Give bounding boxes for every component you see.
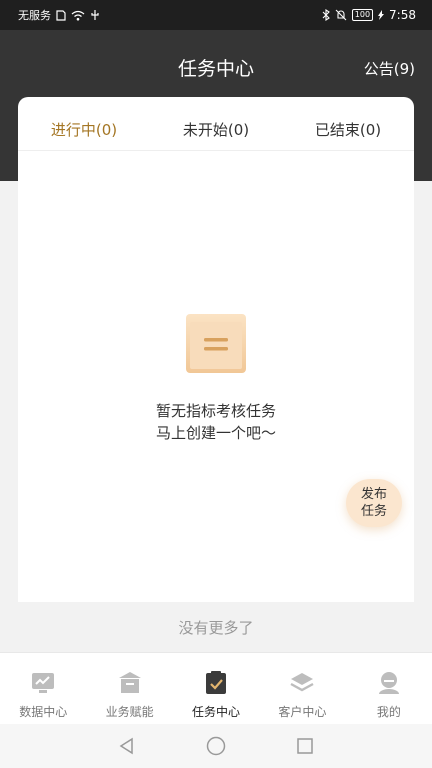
- tabbar-label: 业务赋能: [105, 705, 154, 719]
- charging-icon: [378, 10, 385, 20]
- tabbar-label: 数据中心: [19, 705, 68, 719]
- empty-message: 暂无指标考核任务: [155, 402, 276, 420]
- publish-task-label-1: 发布: [360, 487, 387, 502]
- profile-icon: [378, 672, 399, 694]
- bottom-tabbar: 数据中心 业务赋能 任务中心 客户中心 我的: [0, 652, 432, 724]
- sim-icon: [56, 9, 66, 21]
- usb-icon: [90, 9, 100, 21]
- system-nav-bar: [0, 724, 432, 768]
- tabbar-label: 任务中心: [192, 705, 241, 719]
- layers-icon: [290, 673, 314, 692]
- status-left: 无服务: [18, 7, 100, 23]
- tabbar-item-business[interactable]: 业务赋能: [86, 653, 172, 724]
- task-tabs: 进行中(0) 未开始(0) 已结束(0): [18, 97, 414, 151]
- tabbar-label: 客户中心: [278, 705, 327, 719]
- empty-task-icon: [185, 313, 247, 379]
- tabbar-item-customer-center[interactable]: 客户中心: [259, 653, 345, 724]
- bluetooth-icon: [322, 9, 330, 21]
- tabbar-item-data-center[interactable]: 数据中心: [0, 653, 86, 724]
- status-right: 100 7:58: [322, 8, 416, 22]
- status-bar: 无服务 100 7:58: [0, 0, 432, 30]
- tab-not-started[interactable]: 未开始(0): [150, 97, 282, 150]
- home-icon[interactable]: [206, 736, 226, 756]
- publish-task-label-2: 任务: [360, 504, 387, 519]
- box-icon: [118, 672, 141, 693]
- empty-hint: 马上创建一个吧～: [155, 424, 276, 442]
- battery-level: 100: [351, 9, 374, 21]
- task-card: 进行中(0) 未开始(0) 已结束(0) 暂无指标考核任务 马上创建一个吧～: [18, 97, 414, 602]
- tabbar-item-mine[interactable]: 我的: [346, 653, 432, 724]
- chart-icon: [32, 673, 55, 693]
- no-more-text: 没有更多了: [178, 619, 254, 637]
- tabbar-label: 我的: [376, 705, 401, 719]
- recents-icon[interactable]: [296, 737, 314, 755]
- tab-in-progress[interactable]: 进行中(0): [18, 97, 150, 150]
- clock: 7:58: [389, 8, 416, 22]
- wifi-icon: [71, 10, 85, 21]
- back-icon[interactable]: [118, 737, 136, 755]
- tab-finished[interactable]: 已结束(0): [282, 97, 414, 150]
- mute-icon: [335, 9, 347, 21]
- carrier-text: 无服务: [18, 9, 51, 22]
- publish-task-button[interactable]: 发布 任务: [346, 479, 402, 527]
- tabbar-item-task-center[interactable]: 任务中心: [173, 653, 259, 724]
- clipboard-icon: [206, 671, 227, 694]
- notice-link[interactable]: 公告(9): [364, 58, 415, 79]
